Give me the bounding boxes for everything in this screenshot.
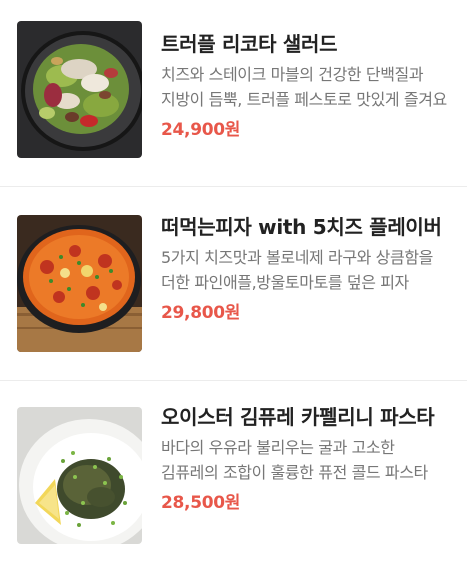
pizza-image: [17, 215, 142, 352]
menu-item-name[interactable]: 오이스터 김퓨레 카펠리니 파스타: [161, 403, 453, 432]
pizza-photo[interactable]: [17, 215, 142, 352]
menu-item-info: 떠먹는피자 with 5치즈 플레이버 5가지 치즈맛과 볼로네제 라구와 상큼…: [161, 213, 453, 325]
menu-item-name[interactable]: 트러플 리코타 샐러드: [161, 30, 453, 59]
menu-item-price: 28,500원: [161, 493, 241, 513]
menu-list: 트러플 리코타 샐러드 치즈와 스테이크 마블의 건강한 단백질과 지방이 듬뿍…: [0, 0, 467, 561]
salad-photo[interactable]: [17, 21, 142, 158]
menu-item-info: 오이스터 김퓨레 카펠리니 파스타 바다의 우유라 불리우는 굴과 고소한 김퓨…: [161, 403, 453, 515]
pasta-photo[interactable]: [17, 407, 142, 544]
menu-item-truffle-ricotta-salad[interactable]: 트러플 리코타 샐러드 치즈와 스테이크 마블의 건강한 단백질과 지방이 듬뿍…: [0, 0, 467, 190]
menu-item-description: 치즈와 스테이크 마블의 건강한 단백질과 지방이 듬뿍, 트러플 페스토로 맛…: [161, 65, 447, 109]
pasta-image: [17, 407, 142, 544]
salad-image: [17, 21, 142, 158]
menu-item-info: 트러플 리코타 샐러드 치즈와 스테이크 마블의 건강한 단백질과 지방이 듬뿍…: [161, 30, 453, 142]
menu-item-description: 5가지 치즈맛과 볼로네제 라구와 상큼함을 더한 파인애플,방울토마토를 덮은…: [161, 248, 433, 292]
menu-item-oyster-capellini-pasta[interactable]: 오이스터 김퓨레 카펠리니 파스타 바다의 우유라 불리우는 굴과 고소한 김퓨…: [0, 380, 467, 561]
menu-item-five-cheese-pizza[interactable]: 떠먹는피자 with 5치즈 플레이버 5가지 치즈맛과 볼로네제 라구와 상큼…: [0, 190, 467, 380]
menu-item-description: 바다의 우유라 불리우는 굴과 고소한 김퓨레의 조합이 훌륭한 퓨전 콜드 파…: [161, 438, 428, 482]
menu-item-price: 24,900원: [161, 120, 241, 140]
menu-item-name[interactable]: 떠먹는피자 with 5치즈 플레이버: [161, 213, 453, 242]
menu-item-price: 29,800원: [161, 303, 241, 323]
divider: [0, 186, 467, 187]
